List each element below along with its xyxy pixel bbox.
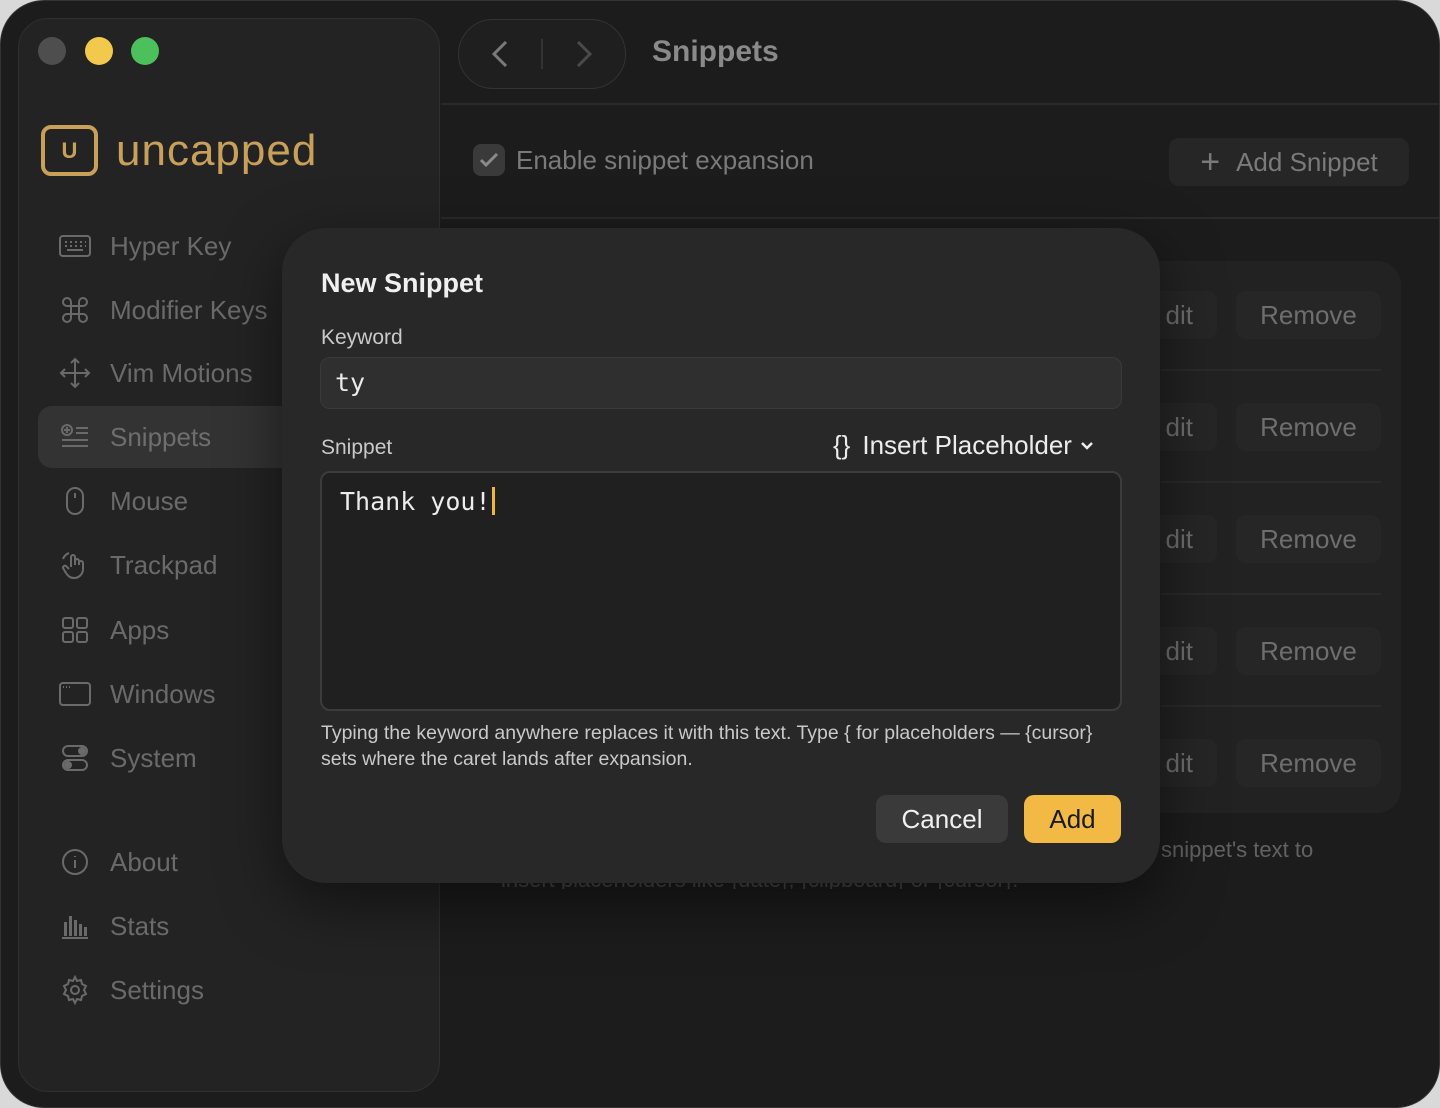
dialog-title: New Snippet	[321, 268, 484, 298]
snippet-text: Thank you!	[340, 487, 491, 516]
text-caret	[491, 487, 495, 515]
enable-expansion-label: Enable snippet expansion	[516, 144, 814, 175]
plus-icon: +	[1200, 142, 1221, 181]
page-title: Snippets	[652, 35, 779, 68]
mouse-icon	[58, 484, 92, 518]
move-arrows-icon	[58, 356, 92, 390]
add-snippet-button[interactable]: + Add Snippet	[1169, 138, 1409, 186]
sidebar-item-label: Modifier Keys	[110, 294, 268, 325]
logo-text: uncapped	[116, 125, 318, 175]
add-button[interactable]: Add	[1024, 795, 1121, 843]
sidebar-item-label: Apps	[110, 614, 170, 645]
row-divider	[1161, 593, 1381, 595]
logo-mark: U	[41, 125, 98, 176]
keyword-input[interactable]: ty	[320, 357, 1122, 409]
sidebar-item-label: System	[110, 742, 197, 773]
header-divider	[441, 103, 1439, 105]
window-minimize-button[interactable]	[85, 37, 113, 65]
app-window: U uncapped Hyper Key Modifier Keys Vim M…	[0, 0, 1440, 1108]
keyboard-icon	[58, 229, 92, 263]
command-icon	[58, 293, 92, 327]
back-button[interactable]	[459, 19, 541, 89]
sidebar-item-label: Trackpad	[110, 549, 218, 580]
window-close-button[interactable]	[38, 37, 66, 65]
insert-placeholder-label: Insert Placeholder	[862, 430, 1072, 460]
row-divider	[1161, 705, 1381, 707]
remove-button[interactable]: Remove	[1236, 515, 1381, 563]
chevron-right-icon	[576, 40, 593, 68]
snippet-help-text: Typing the keyword anywhere replaces it …	[321, 722, 1093, 770]
window-icon	[58, 677, 92, 711]
enable-expansion-checkbox[interactable]	[473, 144, 505, 176]
apps-grid-icon	[58, 613, 92, 647]
row-divider	[1161, 481, 1381, 483]
remove-button[interactable]: Remove	[1236, 291, 1381, 339]
remove-button[interactable]: Remove	[1236, 403, 1381, 451]
chevron-down-icon	[1081, 441, 1093, 450]
sidebar-item-label: Mouse	[110, 485, 189, 516]
braces-icon: {}	[833, 430, 851, 460]
sidebar-item-label: Stats	[110, 910, 170, 941]
insert-placeholder-button[interactable]: {} Insert Placeholder	[833, 430, 1094, 461]
forward-button[interactable]	[543, 19, 625, 89]
toggles-icon	[58, 741, 92, 775]
trackpad-hand-icon	[58, 548, 92, 582]
sidebar-item-settings[interactable]: Settings	[38, 959, 438, 1021]
app-logo: U uncapped	[41, 125, 317, 176]
sidebar-item-label: Windows	[110, 678, 216, 709]
sidebar-item-stats[interactable]: Stats	[38, 895, 438, 957]
cancel-button[interactable]: Cancel	[876, 795, 1008, 843]
sidebar-item-label: Snippets	[110, 421, 212, 452]
add-snippet-label: Add Snippet	[1236, 146, 1378, 177]
toolbar-divider	[441, 217, 1439, 219]
history-nav	[458, 19, 626, 89]
bar-chart-icon	[58, 909, 92, 943]
enable-expansion-row: Enable snippet expansion	[473, 144, 814, 176]
snippets-icon	[58, 420, 92, 454]
sidebar-item-label: Vim Motions	[110, 357, 253, 388]
keyword-label: Keyword	[321, 326, 403, 349]
snippet-textarea[interactable]: Thank you!	[320, 471, 1122, 711]
new-snippet-dialog: New Snippet Keyword ty Snippet {} Insert…	[282, 228, 1160, 883]
remove-button[interactable]: Remove	[1236, 627, 1381, 675]
checkmark-icon	[479, 152, 499, 168]
row-divider	[1161, 369, 1381, 371]
snippet-footnote: snippet's text to	[1161, 837, 1314, 862]
sidebar-item-label: Hyper Key	[110, 230, 232, 261]
sidebar-item-label: About	[110, 846, 178, 877]
snippet-label: Snippet	[321, 436, 393, 459]
remove-button[interactable]: Remove	[1236, 739, 1381, 787]
window-zoom-button[interactable]	[131, 37, 159, 65]
info-icon	[58, 845, 92, 879]
sidebar-item-label: Settings	[110, 974, 204, 1005]
gear-icon	[58, 973, 92, 1007]
chevron-left-icon	[491, 40, 508, 68]
